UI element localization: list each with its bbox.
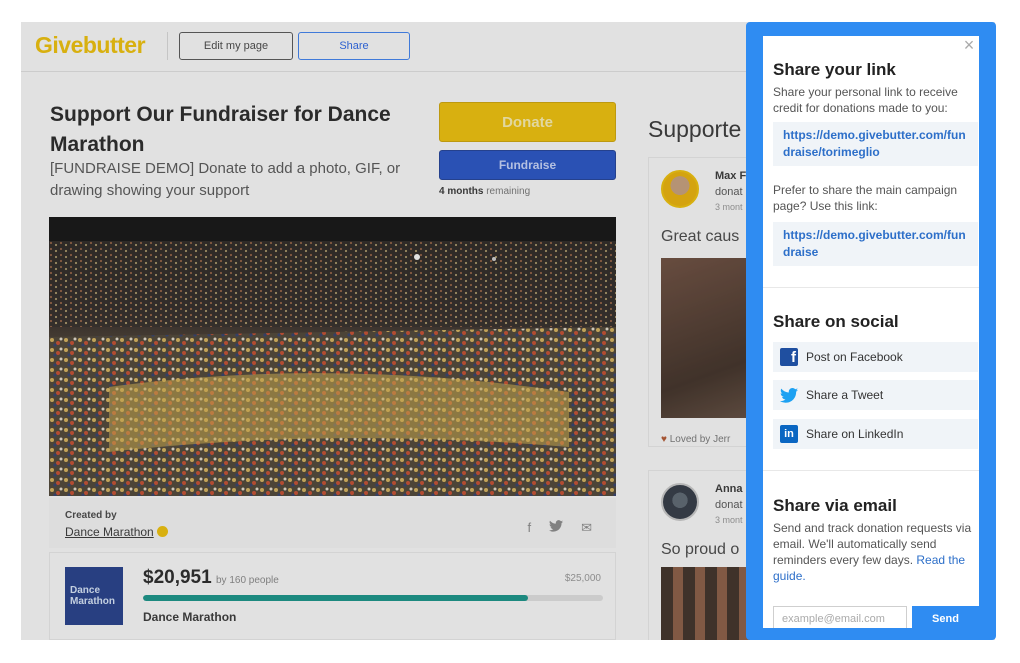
close-icon[interactable]: × [960, 36, 978, 55]
screen: Givebutter Edit my page Share Support Ou… [0, 0, 1020, 663]
share-email-title: Share via email [773, 496, 897, 515]
main-link-description: Prefer to share the main campaign page? … [773, 183, 958, 213]
facebook-icon: f [779, 347, 799, 367]
personal-link[interactable]: https://demo.givebutter.com/fundraise/to… [773, 122, 978, 166]
facebook-label: Post on Facebook [806, 350, 903, 364]
share-email-description: Send and track donation requests via ema… [773, 520, 973, 584]
share-tweet-button[interactable]: Share a Tweet [773, 380, 978, 410]
share-link-description: Share your personal link to receive cred… [773, 85, 958, 115]
share-linkedin-button[interactable]: in Share on LinkedIn [773, 419, 978, 449]
email-input[interactable] [773, 606, 907, 628]
tweet-label: Share a Tweet [806, 388, 884, 402]
section-divider [763, 287, 979, 288]
send-button[interactable]: Send [912, 606, 979, 628]
section-divider [763, 470, 979, 471]
share-panel-content: × Share your link Share your personal li… [763, 36, 979, 628]
share-link-title: Share your link [773, 60, 896, 79]
main-campaign-link[interactable]: https://demo.givebutter.com/fundraise [773, 222, 978, 266]
linkedin-icon: in [779, 424, 799, 444]
share-social-title: Share on social [773, 312, 899, 331]
twitter-icon [779, 385, 799, 405]
share-panel: × Share your link Share your personal li… [746, 22, 996, 640]
post-on-facebook-button[interactable]: f Post on Facebook [773, 342, 978, 372]
linkedin-label: Share on LinkedIn [806, 427, 904, 441]
